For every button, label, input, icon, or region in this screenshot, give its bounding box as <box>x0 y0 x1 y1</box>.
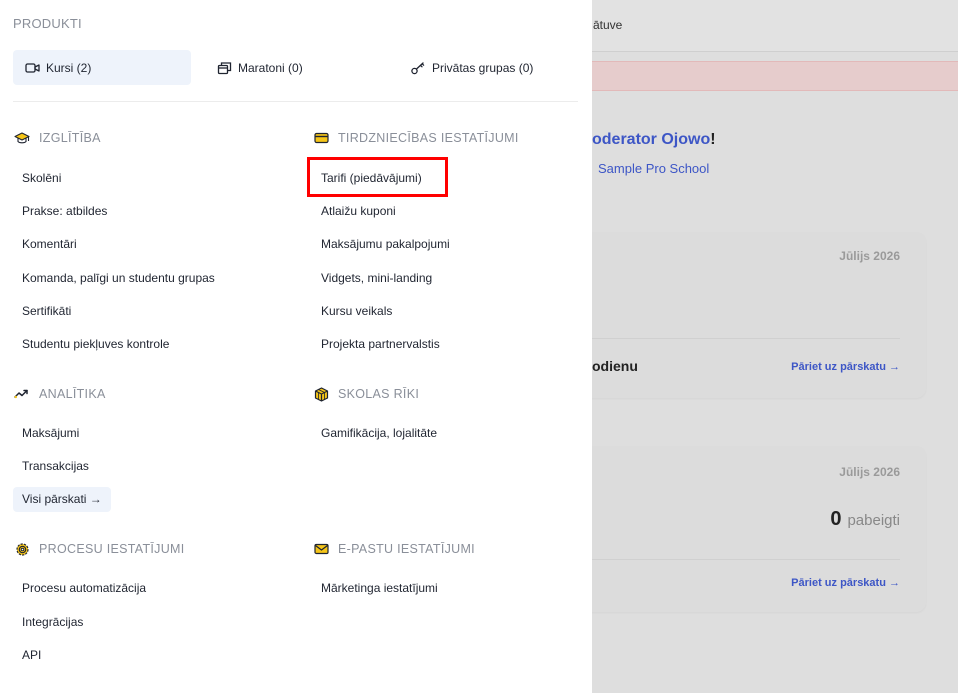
stack-windows-icon <box>216 60 232 76</box>
card-divider <box>560 338 900 339</box>
product-courses[interactable]: Kursi (2) <box>13 50 191 85</box>
cube-icon <box>313 386 329 402</box>
menu-link-payments[interactable]: Maksājumi <box>22 426 79 440</box>
highlight-box <box>307 157 448 197</box>
sales-settings-title: TIRDZNIECĪBAS IESTATĪJUMI <box>338 131 519 145</box>
menu-link-widgets[interactable]: Vidgets, mini-landing <box>321 271 432 285</box>
alert-banner <box>590 61 958 91</box>
card-today-label: odienu <box>592 358 638 374</box>
menu-link-students[interactable]: Skolēni <box>22 171 61 185</box>
card-divider <box>560 559 900 560</box>
analytics-heading: ANALĪTIKA <box>14 386 106 402</box>
credit-card-icon <box>313 130 329 146</box>
education-title: IZGLĪTĪBA <box>39 131 101 145</box>
menu-link-coupons[interactable]: Atlaižu kuponi <box>321 204 396 218</box>
process-settings-title: PROCESU IESTATĪJUMI <box>39 542 185 556</box>
greeting-punct: ! <box>710 131 716 148</box>
navigation-menu-panel: PRODUKTI Kursi (2) Maratoni (0) Privātas… <box>0 0 592 693</box>
go-to-report-link[interactable]: Pāriet uz pārskatu → <box>791 361 900 373</box>
graduation-cap-icon <box>14 130 30 146</box>
menu-link-course-store[interactable]: Kursu veikals <box>321 304 392 318</box>
key-icon <box>410 60 426 76</box>
video-camera-icon <box>24 60 40 76</box>
menu-link-practice-answers[interactable]: Prakse: atbildes <box>22 204 107 218</box>
menu-link-partner-countries[interactable]: Projekta partnervalstis <box>321 337 440 351</box>
school-tools-title: SKOLAS RĪKI <box>338 387 420 401</box>
menu-link-gamification[interactable]: Gamifikācija, lojalitāte <box>321 426 437 440</box>
completed-count: 0 pabeigti <box>830 508 900 531</box>
email-settings-title: E-PASTU IESTATĪJUMI <box>338 542 475 556</box>
menu-link-payment-services[interactable]: Maksājumu pakalpojumi <box>321 237 450 251</box>
sales-settings-heading: TIRDZNIECĪBAS IESTATĪJUMI <box>313 130 519 146</box>
greeting-name: oderator Ojowo <box>592 131 711 148</box>
divider <box>13 101 578 102</box>
products-row: Kursi (2) Maratoni (0) Privātas grupas (… <box>13 50 578 85</box>
envelope-icon <box>313 541 329 557</box>
completed-number: 0 <box>830 508 842 530</box>
products-heading: PRODUKTI <box>13 16 82 31</box>
stats-card-today: Jūlijs 2026 odienu Pāriet uz pārskatu → <box>560 232 926 398</box>
all-reports-button[interactable]: Visi pārskati → <box>13 487 111 512</box>
menu-link-comments[interactable]: Komentāri <box>22 237 77 251</box>
card-month: Jūlijs 2026 <box>839 249 900 263</box>
menu-link-integrations[interactable]: Integrācijas <box>22 615 83 629</box>
greeting: oderator Ojowo! <box>592 131 716 149</box>
product-label: Kursi (2) <box>46 60 92 75</box>
card-month: Jūlijs 2026 <box>839 465 900 479</box>
menu-link-access-control[interactable]: Studentu piekļuves kontrole <box>22 337 169 351</box>
product-marathons[interactable]: Maratoni (0) <box>216 50 303 85</box>
school-tools-heading: SKOLAS RĪKI <box>313 386 419 402</box>
gear-icon <box>14 541 30 557</box>
trend-up-icon <box>14 386 30 402</box>
education-heading: IZGLĪTĪBA <box>14 130 101 146</box>
go-to-report-link[interactable]: Pāriet uz pārskatu → <box>791 577 900 589</box>
product-private-groups[interactable]: Privātas grupas (0) <box>410 50 533 85</box>
email-settings-heading: E-PASTU IESTATĪJUMI <box>313 541 475 557</box>
top-nav-item[interactable]: ātuve <box>593 18 622 32</box>
stats-card-completed: Jūlijs 2026 0 pabeigti Pāriet uz pārskatu… <box>560 446 926 612</box>
product-label: Privātas grupas (0) <box>432 60 534 75</box>
menu-link-api[interactable]: API <box>22 648 41 662</box>
menu-link-process-automation[interactable]: Procesu automatizācija <box>22 581 146 595</box>
menu-link-transactions[interactable]: Transakcijas <box>22 459 89 473</box>
product-label: Maratoni (0) <box>238 60 303 75</box>
school-name[interactable]: Sample Pro School <box>598 161 709 176</box>
menu-link-team[interactable]: Komanda, palīgi un studentu grupas <box>22 271 215 285</box>
menu-link-certificates[interactable]: Sertifikāti <box>22 304 71 318</box>
menu-link-marketing-settings[interactable]: Mārketinga iestatījumi <box>321 581 438 595</box>
analytics-title: ANALĪTIKA <box>39 387 106 401</box>
completed-label: pabeigti <box>847 512 900 529</box>
process-settings-heading: PROCESU IESTATĪJUMI <box>14 541 185 557</box>
